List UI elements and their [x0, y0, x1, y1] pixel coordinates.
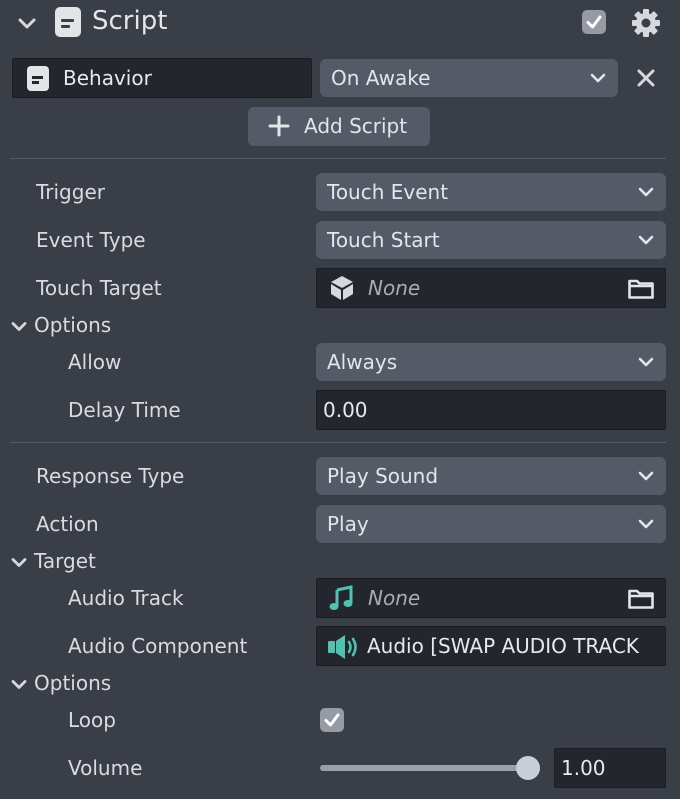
collapse-script-toggle[interactable] [17, 13, 39, 33]
divider [10, 442, 666, 443]
checkmark-icon [324, 713, 340, 727]
remove-script-button[interactable] [636, 68, 656, 88]
trigger-label: Trigger [36, 180, 105, 204]
audio-track-value: None [368, 586, 421, 610]
audio-component-field[interactable]: Audio [SWAP AUDIO TRACK [316, 626, 666, 666]
trigger-dropdown[interactable]: Touch Event [316, 173, 666, 211]
event-type-value: Touch Start [327, 228, 440, 252]
touch-target-field[interactable]: None [316, 268, 666, 308]
delay-time-value: 0.00 [323, 398, 368, 422]
target-label: Target [34, 549, 96, 573]
action-label: Action [36, 512, 99, 536]
audio-component-value: Audio [SWAP AUDIO TRACK [367, 634, 639, 658]
chevron-down-icon [638, 471, 654, 481]
volume-slider[interactable] [320, 756, 540, 780]
allow-value: Always [327, 350, 398, 374]
add-script-label: Add Script [304, 114, 408, 138]
chevron-down-icon [11, 679, 27, 689]
folder-icon[interactable] [627, 586, 655, 610]
trigger-options-header[interactable]: Options [10, 313, 111, 337]
loop-checkbox[interactable] [320, 708, 344, 732]
add-script-button[interactable]: Add Script [248, 107, 430, 146]
allow-label: Allow [68, 350, 122, 374]
divider [10, 158, 666, 159]
script-event-dropdown[interactable]: On Awake [320, 59, 618, 97]
chevron-down-icon [11, 321, 27, 331]
script-icon [55, 7, 81, 37]
audio-track-label: Audio Track [68, 586, 184, 610]
chevron-down-icon [638, 235, 654, 245]
response-type-dropdown[interactable]: Play Sound [316, 457, 666, 495]
response-options-header[interactable]: Options [10, 671, 111, 695]
folder-icon[interactable] [627, 276, 655, 300]
audio-component-label: Audio Component [68, 634, 248, 658]
script-icon [27, 66, 49, 91]
volume-input[interactable]: 1.00 [554, 748, 666, 788]
delay-time-input[interactable]: 0.00 [316, 390, 666, 430]
response-type-label: Response Type [36, 464, 185, 488]
chevron-down-icon [638, 519, 654, 529]
event-type-label: Event Type [36, 228, 146, 252]
close-icon [637, 69, 655, 87]
touch-target-value: None [368, 276, 421, 300]
component-enabled-checkbox[interactable] [582, 10, 606, 34]
allow-dropdown[interactable]: Always [316, 343, 666, 381]
target-header[interactable]: Target [10, 549, 96, 573]
speaker-icon [328, 635, 357, 659]
settings-button[interactable] [630, 7, 662, 39]
volume-slider-handle[interactable] [516, 756, 540, 780]
chevron-down-icon [638, 187, 654, 197]
action-dropdown[interactable]: Play [316, 505, 666, 543]
chevron-down-icon [11, 557, 27, 567]
loop-label: Loop [68, 708, 116, 732]
gear-icon [632, 9, 660, 37]
checkmark-icon [586, 15, 602, 29]
script-name: Behavior [63, 66, 152, 90]
response-options-label: Options [34, 671, 112, 695]
script-event-value: On Awake [331, 66, 431, 90]
volume-value: 1.00 [561, 756, 606, 780]
action-value: Play [327, 512, 369, 536]
volume-label: Volume [68, 756, 143, 780]
component-title: Script [92, 6, 168, 36]
delay-time-label: Delay Time [68, 398, 181, 422]
plus-icon [268, 115, 290, 137]
volume-slider-track [320, 765, 526, 771]
chevron-down-icon [18, 18, 36, 29]
trigger-options-label: Options [34, 313, 112, 337]
trigger-value: Touch Event [327, 180, 449, 204]
music-note-icon [329, 585, 353, 610]
cube-icon [331, 276, 353, 300]
chevron-down-icon [638, 357, 654, 367]
event-type-dropdown[interactable]: Touch Start [316, 221, 666, 259]
touch-target-label: Touch Target [36, 276, 162, 300]
chevron-down-icon [590, 73, 606, 83]
audio-track-field[interactable]: None [316, 578, 666, 618]
response-type-value: Play Sound [327, 464, 439, 488]
script-asset-field[interactable]: Behavior [12, 58, 312, 98]
